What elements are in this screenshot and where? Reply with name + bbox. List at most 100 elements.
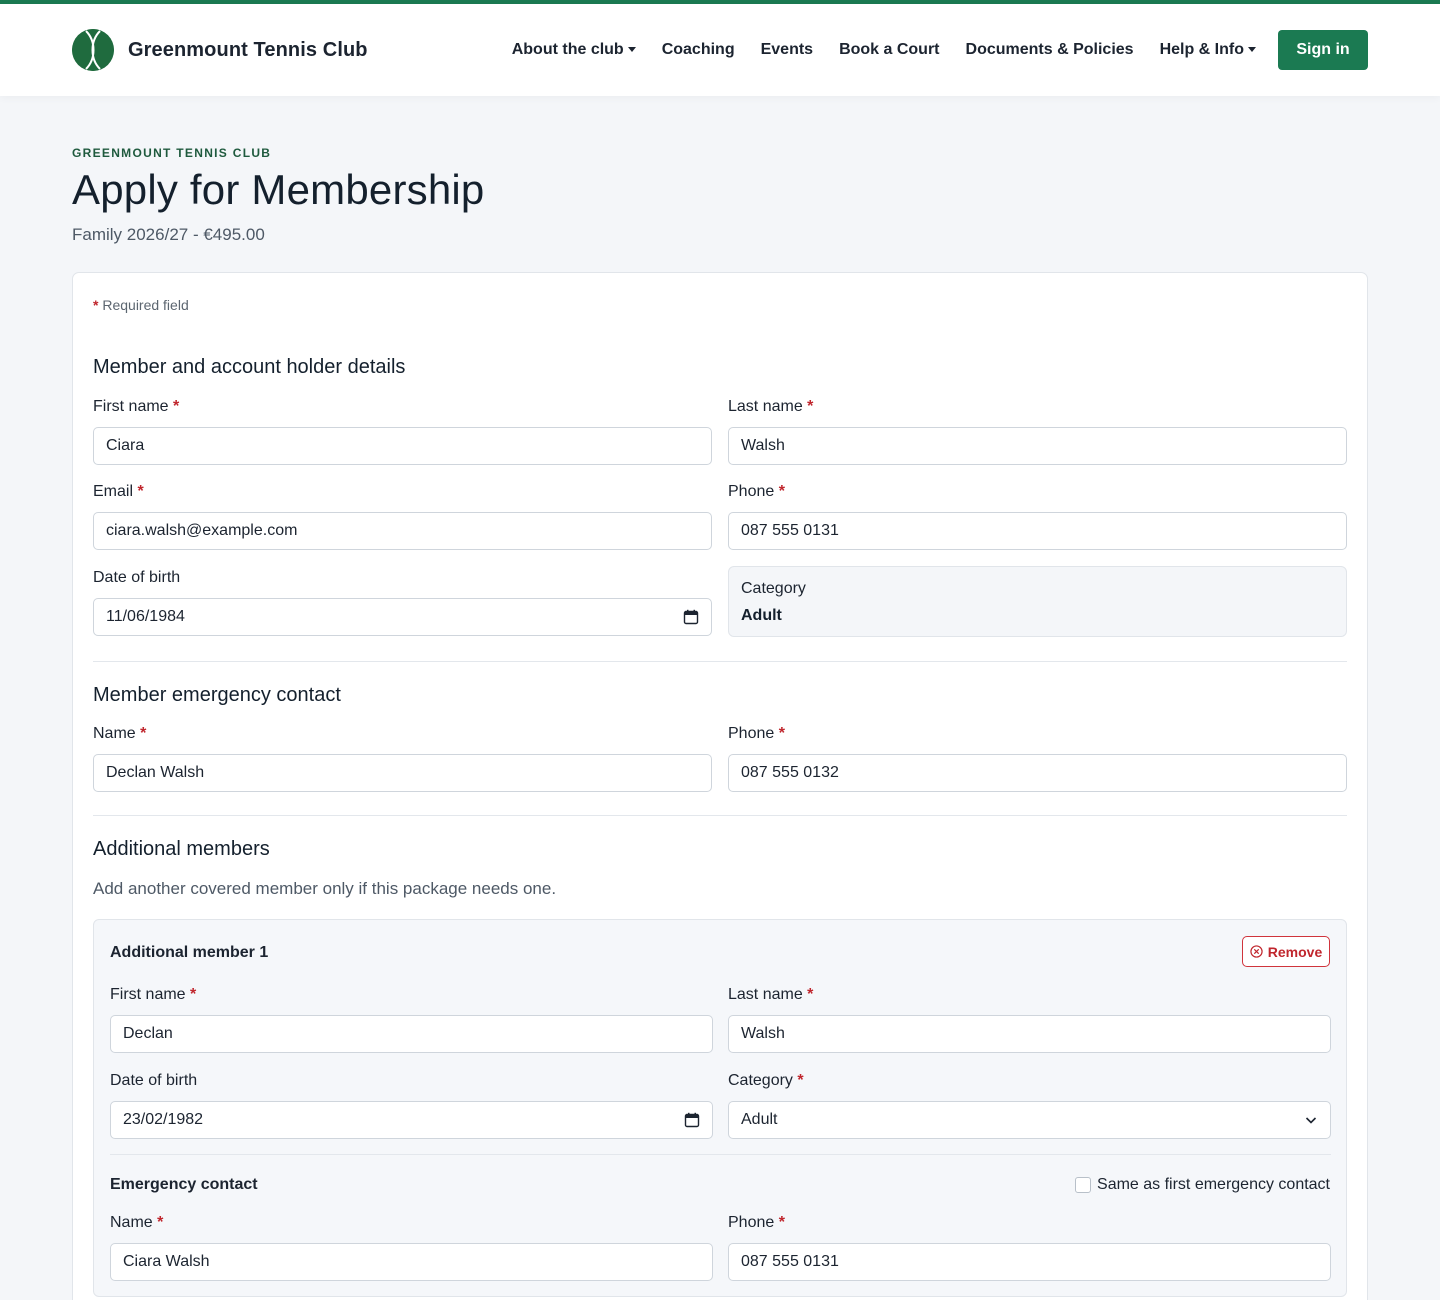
- page-title: Apply for Membership: [72, 166, 485, 213]
- required-star: *: [778, 1214, 785, 1231]
- addl-first-name-input[interactable]: Declan: [110, 1015, 713, 1053]
- nav-item-documents[interactable]: Documents & Policies: [966, 41, 1134, 59]
- nav-item-coaching[interactable]: Coaching: [662, 41, 735, 59]
- calendar-icon[interactable]: [683, 609, 699, 625]
- last-name-input[interactable]: Walsh: [728, 427, 1347, 465]
- same-as-first-contact-toggle[interactable]: Same as first emergency contact: [1075, 1176, 1330, 1194]
- section-title-holder: Member and account holder details: [93, 356, 406, 378]
- emergency-phone-input[interactable]: 087 555 0132: [728, 754, 1347, 792]
- emergency-name-label: Name *: [93, 725, 146, 743]
- addl-category-select[interactable]: Adult: [728, 1101, 1331, 1139]
- same-as-checkbox[interactable]: [1075, 1177, 1092, 1193]
- phone-label: Phone *: [728, 483, 785, 501]
- emergency-name-input[interactable]: Declan Walsh: [93, 754, 712, 792]
- required-note-text: Required field: [102, 297, 189, 313]
- required-star: *: [807, 398, 814, 415]
- required-star: *: [173, 398, 180, 415]
- addl-category-value: Adult: [741, 1111, 778, 1128]
- emergency-phone-label: Phone *: [728, 725, 785, 743]
- required-star: *: [157, 1214, 164, 1231]
- remove-label: Remove: [1267, 943, 1323, 960]
- required-star: *: [797, 1072, 804, 1089]
- nav-item-help[interactable]: Help & Info: [1160, 41, 1256, 59]
- label-text: Last name: [728, 398, 803, 415]
- addl-first-name-label: First name *: [110, 986, 196, 1004]
- category-value: Adult: [741, 607, 782, 624]
- nav-item-label: About the club: [511, 41, 624, 58]
- section-divider: [93, 661, 1347, 662]
- last-name-label: Last name *: [728, 398, 813, 416]
- addl-dob-input[interactable]: 23/02/1982: [110, 1101, 713, 1139]
- email-label: Email *: [93, 483, 144, 501]
- addl-last-name-label: Last name *: [728, 986, 813, 1004]
- subsection-divider: [110, 1154, 1331, 1155]
- chevron-down-icon: [1305, 1117, 1317, 1124]
- addl-category-label: Category *: [728, 1072, 804, 1090]
- membership-form-card: * Required field Member and account hold…: [72, 272, 1368, 1300]
- label-text: Email: [93, 483, 134, 500]
- circle-x-icon: [1250, 945, 1263, 958]
- required-field-note: * Required field: [93, 297, 189, 313]
- nav-item-events[interactable]: Events: [761, 41, 813, 59]
- addl-ec-phone-label: Phone *: [728, 1214, 785, 1232]
- category-label: Category: [741, 580, 806, 597]
- category-display: Category Adult: [728, 566, 1347, 637]
- brand-name: Greenmount Tennis Club: [128, 38, 368, 61]
- addl-dob-value: 23/02/1982: [123, 1111, 204, 1128]
- required-star: *: [778, 483, 785, 500]
- page-subtitle: Family 2026/27 - €495.00: [72, 225, 265, 244]
- addl-ec-phone-input[interactable]: 087 555 0131: [728, 1243, 1331, 1281]
- nav-item-label: Book a Court: [839, 41, 940, 58]
- email-input[interactable]: ciara.walsh@example.com: [93, 512, 712, 550]
- addl-dob-label: Date of birth: [110, 1072, 198, 1089]
- section-title-emergency: Member emergency contact: [93, 684, 341, 706]
- caret-down-icon: [627, 46, 636, 52]
- additional-member-card: Additional member 1 Remove First name * …: [93, 919, 1347, 1297]
- addl-emergency-title: Emergency contact: [110, 1176, 258, 1193]
- required-star: *: [807, 986, 814, 1003]
- required-star: *: [93, 297, 99, 313]
- section-title-additional: Additional members: [93, 838, 270, 860]
- calendar-icon[interactable]: [684, 1112, 700, 1128]
- label-text: Phone: [728, 1214, 775, 1231]
- nav-item-label: Coaching: [661, 41, 735, 58]
- label-text: First name: [110, 986, 186, 1003]
- page-eyebrow: GREENMOUNT TENNIS CLUB: [72, 146, 272, 160]
- addl-ec-name-label: Name *: [110, 1214, 163, 1232]
- section-divider: [93, 815, 1347, 816]
- label-text: Last name: [728, 986, 803, 1003]
- nav-item-about[interactable]: About the club: [512, 41, 636, 59]
- nav-item-label: Documents & Policies: [965, 41, 1134, 58]
- nav-item-label: Help & Info: [1159, 41, 1244, 58]
- label-text: Phone: [728, 483, 775, 500]
- navbar: Greenmount Tennis Club About the club Co…: [0, 4, 1440, 96]
- tennis-ball-logo-icon: [72, 29, 114, 71]
- required-star: *: [778, 725, 785, 742]
- same-as-label: Same as first emergency contact: [1097, 1176, 1330, 1193]
- label-text: First name: [93, 398, 169, 415]
- remove-member-button[interactable]: Remove: [1242, 936, 1330, 967]
- dob-value: 11/06/1984: [106, 608, 185, 625]
- required-star: *: [140, 725, 147, 742]
- first-name-label: First name *: [93, 398, 179, 416]
- label-text: Name: [93, 725, 136, 742]
- caret-down-icon: [1248, 46, 1256, 52]
- main-nav: About the club Coaching Events Book a Co…: [512, 30, 1368, 70]
- label-text: Name: [110, 1214, 153, 1231]
- addl-ec-name-input[interactable]: Ciara Walsh: [110, 1243, 713, 1281]
- addl-last-name-input[interactable]: Walsh: [728, 1015, 1331, 1053]
- nav-item-label: Events: [760, 41, 814, 58]
- label-text: Category: [728, 1072, 793, 1089]
- required-star: *: [137, 483, 144, 500]
- label-text: Phone: [728, 725, 775, 742]
- brand[interactable]: Greenmount Tennis Club: [72, 29, 368, 71]
- first-name-input[interactable]: Ciara: [93, 427, 712, 465]
- additional-members-help: Add another covered member only if this …: [93, 879, 557, 898]
- dob-label: Date of birth: [93, 569, 181, 586]
- sign-in-button[interactable]: Sign in: [1278, 30, 1368, 70]
- dob-input[interactable]: 11/06/1984: [93, 598, 712, 636]
- phone-input[interactable]: 087 555 0131: [728, 512, 1347, 550]
- required-star: *: [190, 986, 197, 1003]
- nav-item-book-court[interactable]: Book a Court: [839, 41, 939, 59]
- additional-member-title: Additional member 1: [110, 944, 269, 961]
